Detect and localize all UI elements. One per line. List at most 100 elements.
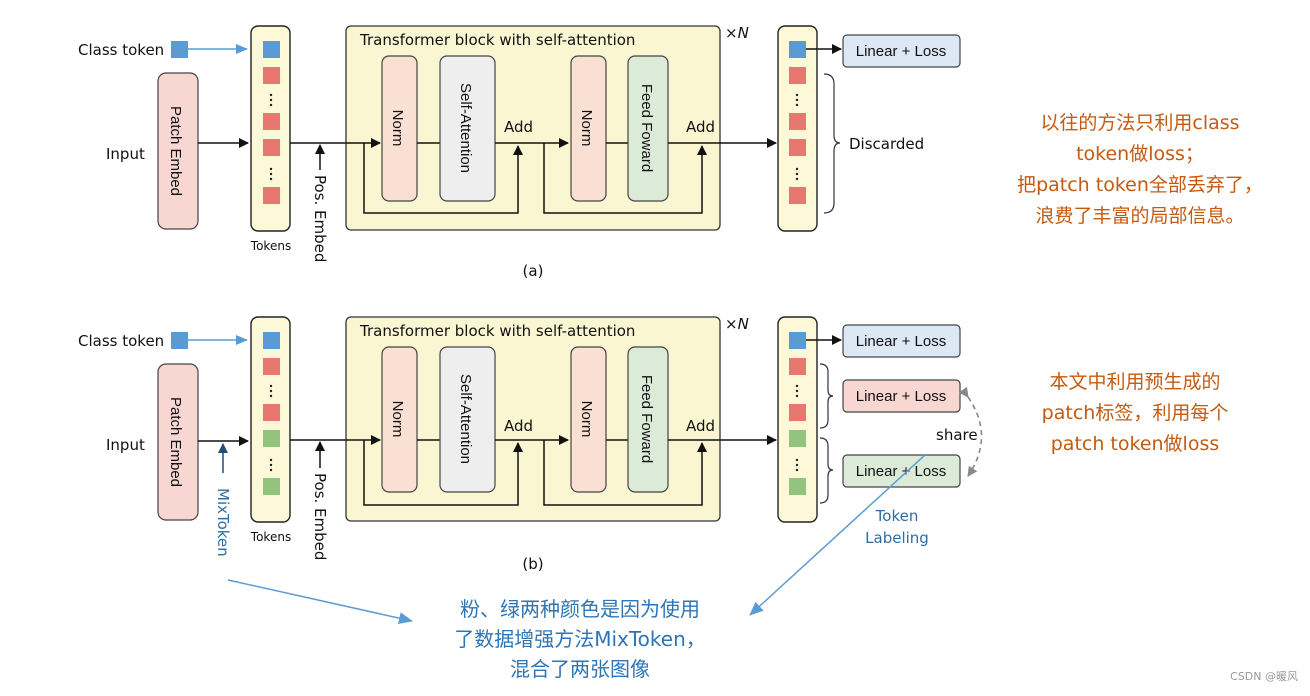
discarded-brace [823, 73, 841, 214]
green-token-brace [819, 437, 834, 504]
linear-loss-cls-label: Linear + Loss [856, 333, 946, 350]
ellipsis-dot [269, 177, 273, 181]
ellipsis-dot [269, 103, 273, 107]
token-red [263, 139, 280, 156]
ellipsis-dot [795, 463, 799, 467]
self-attention-label: Self-Attention [457, 83, 474, 173]
token-red [789, 358, 806, 375]
norm1-label: Norm [389, 401, 406, 438]
token-blue [789, 41, 806, 58]
note-previous-methods: 以往的方法只利用class token做loss； 把patch token全部… [990, 108, 1290, 232]
ellipsis-dot [269, 384, 273, 388]
ellipsis-dot [269, 172, 273, 176]
mixtoken-annotation-arrow [227, 579, 413, 625]
token-red [263, 67, 280, 84]
note-a-line: 以往的方法只利用class [1040, 112, 1240, 134]
pos-embed-label: Pos. Embed [311, 473, 329, 560]
caption-b: (b) [522, 555, 543, 573]
note-mixtoken: 粉、绿两种颜色是因为使用 了数据增强方法MixToken， 混合了两张图像 [410, 594, 750, 684]
ellipsis-dot [269, 394, 273, 398]
times-n-label: ×N [725, 24, 749, 42]
token-blue [263, 41, 280, 58]
pos-embed-label: Pos. Embed [311, 175, 329, 262]
token-red [789, 187, 806, 204]
token-green [789, 478, 806, 495]
note-b-line: 本文中利用预生成的 [1049, 371, 1221, 393]
self-attention-label: Self-Attention [457, 374, 474, 464]
token-red [789, 139, 806, 156]
ellipsis-dot [795, 458, 799, 462]
diagram-canvas: Class token Input Patch Embed Tokens Pos… [78, 24, 983, 625]
ellipsis-dot [795, 468, 799, 472]
add2-label: Add [686, 417, 715, 435]
ellipsis-dot [269, 458, 273, 462]
add2-label: Add [686, 118, 715, 136]
token-red [789, 404, 806, 421]
add1-label: Add [504, 118, 533, 136]
block-title: Transformer block with self-attention [359, 322, 635, 340]
red-token-brace [819, 363, 834, 429]
norm2-label: Norm [578, 110, 595, 147]
token-red [263, 113, 280, 130]
token-red [789, 113, 806, 130]
note-b-line: patch token做loss [1050, 433, 1220, 455]
linear-loss-label: Linear + Loss [856, 43, 946, 60]
token-green [789, 430, 806, 447]
note-mix-line: 粉、绿两种颜色是因为使用 [460, 597, 700, 621]
feed-forward-label: Feed Foward [638, 84, 655, 172]
token-red [263, 404, 280, 421]
linear-loss-red-label: Linear + Loss [856, 388, 946, 405]
token-red [263, 358, 280, 375]
ellipsis-dot [269, 468, 273, 472]
note-mix-line: 混合了两张图像 [510, 657, 650, 681]
tokens-label: Tokens [250, 239, 291, 253]
ellipsis-dot [795, 172, 799, 176]
ellipsis-dot [795, 93, 799, 97]
ellipsis-dot [795, 177, 799, 181]
ellipsis-dot [795, 384, 799, 388]
norm1-label: Norm [389, 110, 406, 147]
class-token-square [171, 41, 188, 58]
patch-embed-label: Patch Embed [167, 397, 184, 487]
watermark: CSDN @暖风 [1230, 670, 1298, 683]
norm2-label: Norm [578, 401, 595, 438]
class-token-label: Class token [78, 41, 164, 59]
note-a-line: token做loss； [1076, 143, 1204, 165]
token-green [263, 478, 280, 495]
share-label: share [936, 426, 978, 444]
input-label: Input [106, 145, 145, 163]
ellipsis-dot [795, 167, 799, 171]
class-token-square [171, 332, 188, 349]
block-title: Transformer block with self-attention [359, 31, 635, 49]
note-a-line: 把patch token全部丢弃了， [1017, 174, 1263, 196]
token-labeling-label-2: Labeling [865, 529, 929, 547]
feed-forward-label: Feed Foward [638, 375, 655, 463]
ellipsis-dot [795, 98, 799, 102]
ellipsis-dot [269, 167, 273, 171]
note-mix-line: 了数据增强方法MixToken， [454, 627, 706, 651]
ellipsis-dot [795, 394, 799, 398]
mixtoken-label: MixToken [214, 488, 232, 557]
input-label: Input [106, 436, 145, 454]
token-red [789, 67, 806, 84]
ellipsis-dot [269, 93, 273, 97]
times-n-label: ×N [725, 315, 749, 333]
ellipsis-dot [269, 463, 273, 467]
token-blue [789, 332, 806, 349]
ellipsis-dot [795, 389, 799, 393]
panel-b: Class token Input Patch Embed MixToken T… [78, 315, 983, 573]
token-labeling-label-1: Token [875, 507, 919, 525]
ellipsis-dot [795, 103, 799, 107]
class-token-label: Class token [78, 332, 164, 350]
ellipsis-dot [269, 98, 273, 102]
note-a-line: 浪费了丰富的局部信息。 [1035, 205, 1245, 227]
token-red [263, 187, 280, 204]
caption-a: (a) [523, 262, 544, 280]
ellipsis-dot [269, 389, 273, 393]
add1-label: Add [504, 417, 533, 435]
discarded-label: Discarded [849, 135, 924, 153]
patch-embed-label: Patch Embed [167, 106, 184, 196]
panel-a: Class token Input Patch Embed Tokens Pos… [78, 24, 961, 280]
note-this-paper: 本文中利用预生成的 patch标签，利用每个 patch token做loss [990, 367, 1280, 460]
token-green [263, 430, 280, 447]
